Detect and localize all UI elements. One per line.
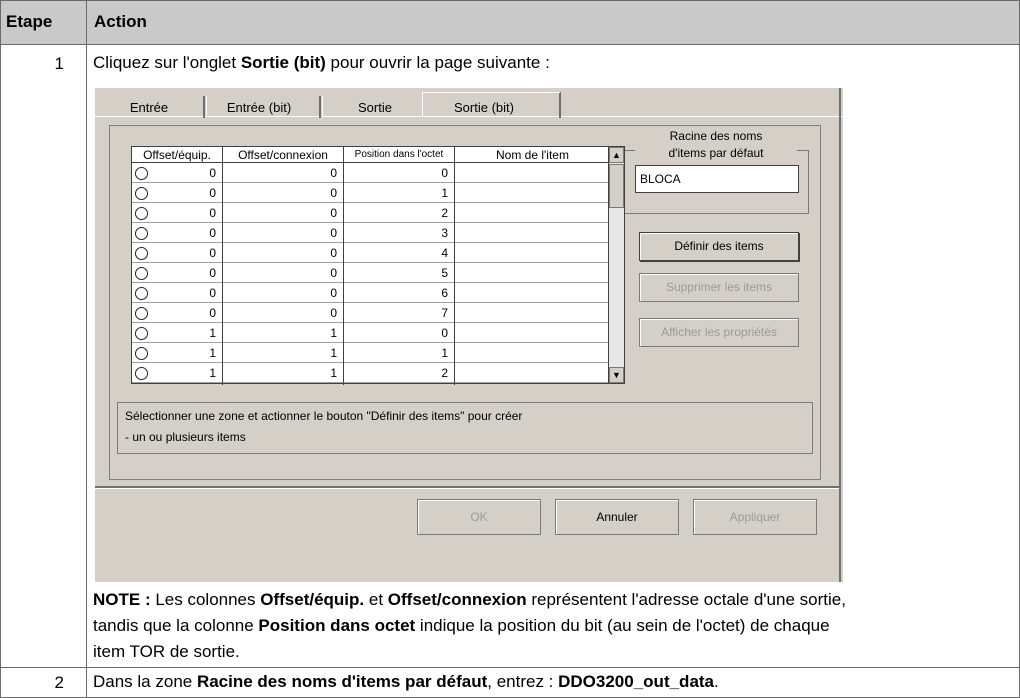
cancel-button[interactable]: Annuler — [555, 499, 679, 535]
table-row[interactable]: 002 — [132, 204, 610, 223]
table-row[interactable]: 111 — [132, 344, 610, 363]
table-cell[interactable]: 0 — [223, 284, 343, 303]
header-step: Etape — [6, 12, 53, 31]
table-cell[interactable]: 3 — [344, 224, 454, 243]
table-cell[interactable]: 0 — [132, 284, 222, 303]
items-grid[interactable]: Offset/équip. Offset/connexion Position … — [131, 146, 610, 385]
tab-entree-bit[interactable]: Entrée (bit) — [209, 98, 309, 117]
table-row[interactable]: 000 — [132, 164, 610, 183]
description-line-1: Sélectionner une zone et actionner le bo… — [125, 409, 523, 423]
header-action: Action — [94, 12, 147, 31]
table-cell[interactable]: 6 — [344, 284, 454, 303]
scroll-down-icon[interactable]: ▼ — [609, 367, 624, 383]
table-cell[interactable] — [455, 324, 610, 343]
table-row[interactable]: 003 — [132, 224, 610, 243]
tab-sortie-bit[interactable]: Sortie (bit) — [429, 98, 539, 117]
table-row[interactable]: 004 — [132, 244, 610, 263]
table-cell[interactable]: 0 — [223, 304, 343, 323]
table-cell[interactable]: 1 — [223, 324, 343, 343]
note-line-1: NOTE : Les colonnes Offset/équip. et Off… — [93, 590, 846, 609]
note-line-3: item TOR de sortie. — [93, 642, 240, 661]
table-row[interactable]: 007 — [132, 304, 610, 323]
note-line-2: tandis que la colonne Position dans octe… — [93, 616, 830, 635]
table-cell[interactable] — [455, 344, 610, 363]
table-cell[interactable]: 2 — [344, 204, 454, 223]
define-items-button[interactable]: Définir des items — [639, 232, 799, 261]
tab-entree[interactable]: Entrée — [109, 98, 189, 117]
table-cell[interactable]: 0 — [223, 224, 343, 243]
scroll-thumb[interactable] — [609, 164, 624, 208]
grid-header: Offset/équip. Offset/connexion Position … — [132, 147, 610, 163]
show-properties-button[interactable]: Afficher les propriétés — [639, 318, 799, 347]
column-header[interactable]: Position dans l'octet — [344, 147, 454, 163]
table-cell[interactable]: 1 — [132, 344, 222, 363]
table-cell[interactable]: 5 — [344, 264, 454, 283]
step-1-intro: Cliquez sur l'onglet Sortie (bit) pour o… — [93, 53, 550, 72]
table-cell[interactable]: 0 — [132, 304, 222, 323]
table-cell[interactable]: 0 — [132, 224, 222, 243]
table-cell[interactable] — [455, 304, 610, 323]
table-cell[interactable]: 0 — [344, 324, 454, 343]
column-header[interactable]: Offset/équip. — [132, 147, 222, 163]
table-cell[interactable]: 0 — [344, 164, 454, 183]
table-cell[interactable]: 1 — [132, 324, 222, 343]
apply-button[interactable]: Appliquer — [693, 499, 817, 535]
tab-sortie[interactable]: Sortie — [325, 98, 425, 117]
table-cell[interactable]: 7 — [344, 304, 454, 323]
scroll-up-icon[interactable]: ▲ — [609, 147, 624, 163]
step-2-text: Dans la zone Racine des noms d'items par… — [93, 672, 719, 691]
table-header-row — [0, 0, 1020, 44]
table-cell[interactable]: 2 — [344, 364, 454, 383]
table-cell[interactable] — [455, 284, 610, 303]
grid-scrollbar[interactable]: ▲ ▼ — [608, 146, 625, 384]
table-cell[interactable]: 1 — [344, 344, 454, 363]
table-row[interactable]: 112 — [132, 364, 610, 383]
table-cell[interactable]: 0 — [132, 204, 222, 223]
table-cell[interactable] — [455, 224, 610, 243]
table-cell[interactable]: 0 — [132, 184, 222, 203]
table-cell[interactable]: 1 — [223, 344, 343, 363]
step-number: 1 — [54, 54, 64, 73]
table-cell[interactable]: 0 — [223, 264, 343, 283]
table-cell[interactable]: 4 — [344, 244, 454, 263]
delete-items-button[interactable]: Supprimer les items — [639, 273, 799, 302]
ok-button[interactable]: OK — [417, 499, 541, 535]
table-cell[interactable]: 0 — [223, 184, 343, 203]
column-header[interactable]: Offset/connexion — [223, 147, 343, 163]
table-cell[interactable]: 0 — [223, 164, 343, 183]
table-cell[interactable]: 0 — [132, 164, 222, 183]
description-line-2: - un ou plusieurs items — [125, 430, 246, 444]
table-row[interactable]: 006 — [132, 284, 610, 303]
table-cell[interactable] — [455, 164, 610, 183]
table-cell[interactable] — [455, 184, 610, 203]
table-row[interactable]: 001 — [132, 184, 610, 203]
table-cell[interactable]: 0 — [132, 244, 222, 263]
root-name-title: Racine des noms d'items par défaut — [635, 128, 797, 162]
table-row[interactable]: 110 — [132, 324, 610, 343]
table-cell[interactable] — [455, 204, 610, 223]
table-cell[interactable]: 1 — [223, 364, 343, 383]
column-header[interactable]: Nom de l'item — [455, 147, 610, 163]
table-cell[interactable]: 0 — [223, 204, 343, 223]
root-name-input[interactable]: BLOCA — [635, 165, 799, 193]
table-cell[interactable]: 1 — [132, 364, 222, 383]
table-cell[interactable]: 1 — [344, 184, 454, 203]
table-cell[interactable] — [455, 364, 610, 383]
table-row[interactable]: 005 — [132, 264, 610, 283]
table-cell[interactable]: 0 — [223, 244, 343, 263]
table-cell[interactable]: 0 — [132, 264, 222, 283]
table-cell[interactable] — [455, 244, 610, 263]
step-number: 2 — [54, 673, 64, 692]
table-cell[interactable] — [455, 264, 610, 283]
